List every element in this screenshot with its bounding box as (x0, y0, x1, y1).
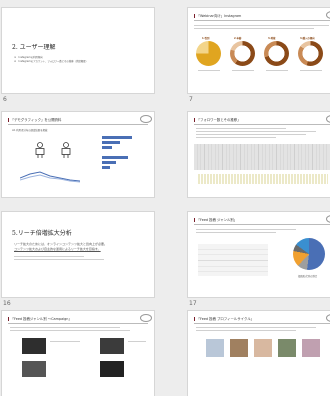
post-image (302, 339, 320, 357)
pie-chart-gender (196, 41, 221, 66)
text-block (196, 134, 306, 135)
slide-title: 「Webinar向け」Instagram (194, 13, 242, 18)
text-block (14, 259, 104, 260)
text-block (196, 128, 286, 129)
caption-block (128, 341, 146, 342)
chart-caption: 投稿形式別の割合 (298, 275, 318, 278)
text-block (196, 229, 296, 230)
horizontal-bar (102, 166, 110, 169)
logo-icon (326, 115, 330, 123)
horizontal-bar (102, 156, 128, 159)
logo-icon (326, 11, 330, 19)
logo-icon (140, 115, 152, 123)
slide-body-line: コンテンツ拡大および自主的な運用によるリーチ拡大を目指す。 (14, 247, 101, 251)
slide-title: 「Feed 投稿ジャンル別 ～Campaign」 (8, 316, 72, 321)
chart-label-gender: 1.性別 (202, 37, 210, 40)
post-image (22, 338, 46, 354)
chart-label-region: 3.地域 (268, 37, 276, 40)
person-icon (61, 142, 71, 158)
chart-label-purchase: 4.購入の傾向 (300, 37, 315, 40)
logo-icon (326, 215, 330, 223)
post-image (206, 339, 224, 357)
slide-title: 「フォロワー数とその推移」 (194, 117, 241, 122)
caption-block (232, 70, 254, 71)
slide-number: 16 (3, 300, 11, 307)
text-block (196, 232, 276, 233)
divider (194, 20, 330, 21)
caption-block (300, 70, 322, 71)
slide-title: 「Feed 投稿 ジャンル別」 (194, 217, 238, 222)
post-image (278, 339, 296, 357)
slide-body-line: リーチ拡大のためには、オンラインコンテンツ拡大と質向上が必要。 (14, 242, 108, 246)
bar-chart (198, 174, 328, 184)
slide-number: 6 (3, 96, 7, 103)
slide-thumbnail-2[interactable]: 「Webinar向け」Instagram 1.性別 2.年齢 3.地域 4.購入… (188, 8, 330, 93)
text-block (194, 28, 314, 29)
logo-icon (140, 314, 152, 322)
caption-block (198, 70, 220, 71)
divider (8, 323, 148, 324)
slide-number: 17 (189, 300, 197, 307)
slide-thumbnail-7[interactable]: 「Feed 投稿ジャンル別 ～Campaign」 (2, 311, 154, 396)
data-table (198, 244, 268, 276)
text-block (196, 131, 316, 132)
slide-title: 5.リーチ倍増拡大分析 (12, 230, 72, 237)
post-image (100, 361, 124, 377)
text-block (196, 137, 276, 138)
divider (8, 124, 148, 125)
text-block (194, 25, 329, 26)
post-image (22, 361, 46, 377)
slide-title: 2. ユーザー理解 (12, 44, 56, 51)
slide-note: ※1 利用者分布の調査結果を掲載 (12, 129, 48, 132)
post-image (100, 338, 124, 354)
post-image (230, 339, 248, 357)
person-icon (35, 142, 45, 158)
pie-chart-post-type (293, 238, 325, 270)
divider (194, 124, 330, 125)
text-block (196, 330, 296, 331)
slide-thumbnail-8[interactable]: 「Feed 投稿 プロフィールサイクル」 (188, 311, 330, 396)
text-block (196, 327, 316, 328)
slide-title: 「Feed 投稿 プロフィールサイクル」 (194, 316, 254, 321)
horizontal-bar (102, 141, 120, 144)
donut-chart-purchase (298, 41, 323, 66)
text-block (14, 256, 84, 257)
divider (194, 224, 330, 225)
logo-icon (326, 314, 330, 322)
slide-title: 「デモグラフィック」を公開資料 (8, 117, 62, 122)
slide-number: 7 (189, 96, 193, 103)
horizontal-bar (102, 136, 132, 139)
text-block (10, 327, 120, 328)
data-table (194, 144, 330, 170)
donut-chart-region (264, 41, 289, 66)
text-block (10, 330, 130, 331)
line-chart (20, 171, 80, 183)
slide-thumbnail-3[interactable]: 「デモグラフィック」を公開資料 ※1 利用者分布の調査結果を掲載 (2, 112, 154, 197)
caption-block (266, 70, 288, 71)
slide-thumbnail-5[interactable]: 5.リーチ倍増拡大分析 リーチ拡大のためには、オンラインコンテンツ拡大と質向上が… (2, 212, 154, 297)
divider (194, 323, 330, 324)
donut-chart-age (230, 41, 255, 66)
horizontal-bar (102, 146, 112, 149)
slide-subtitle-2: ② Instagramのアカウント、フォロワー数とその推移（供給概要） (14, 60, 88, 63)
slide-thumbnail-6[interactable]: 「Feed 投稿 ジャンル別」 投稿形式別の割合 (188, 212, 330, 297)
chart-label-age: 2.年齢 (234, 37, 242, 40)
slide-thumbnail-1[interactable]: 2. ユーザー理解 ① Instagramの利用傾向 ② Instagramのア… (2, 8, 154, 93)
slide-thumbnail-4[interactable]: 「フォロワー数とその推移」 (188, 112, 330, 197)
caption-block (50, 341, 80, 342)
horizontal-bar (102, 161, 116, 164)
post-image (254, 339, 272, 357)
